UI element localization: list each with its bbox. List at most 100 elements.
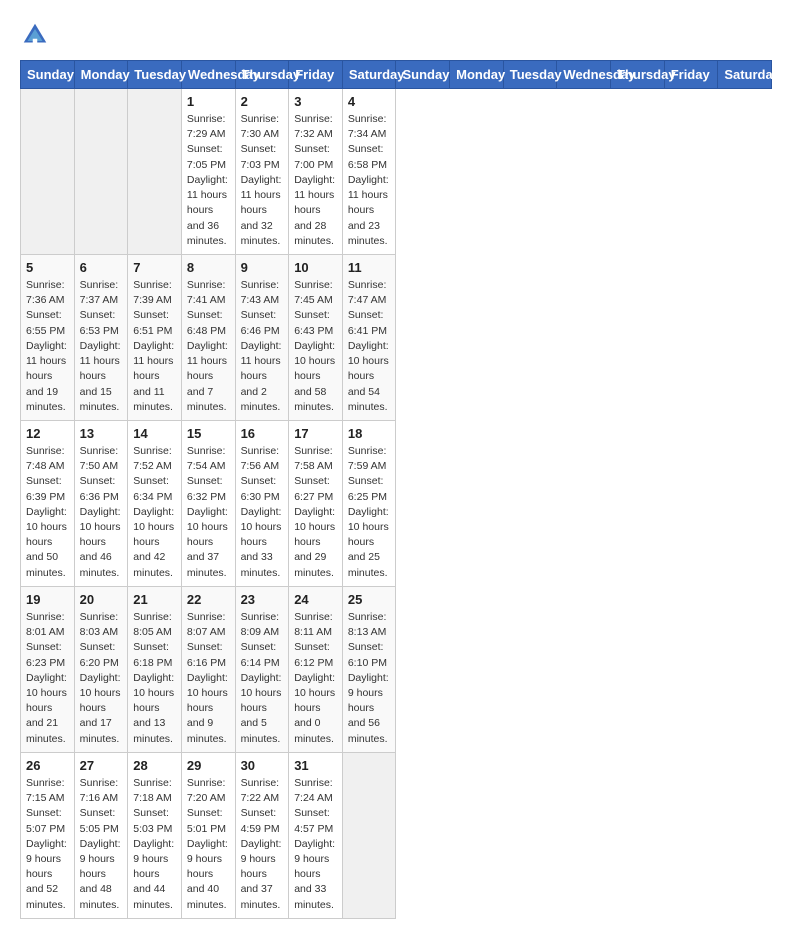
day-number: 8 — [187, 260, 230, 275]
day-number: 31 — [294, 758, 337, 773]
day-info: Sunrise: 7:37 AMSunset: 6:53 PMDaylight:… — [80, 278, 123, 415]
day-info: Sunrise: 7:15 AMSunset: 5:07 PMDaylight:… — [26, 776, 69, 913]
calendar-cell: 5Sunrise: 7:36 AMSunset: 6:55 PMDaylight… — [21, 254, 75, 420]
calendar-cell: 31Sunrise: 7:24 AMSunset: 4:57 PMDayligh… — [289, 752, 343, 918]
day-info: Sunrise: 7:56 AMSunset: 6:30 PMDaylight:… — [241, 444, 284, 581]
day-header-tuesday: Tuesday — [128, 61, 182, 89]
day-info: Sunrise: 7:36 AMSunset: 6:55 PMDaylight:… — [26, 278, 69, 415]
day-header-wednesday: Wednesday — [557, 61, 611, 89]
day-number: 28 — [133, 758, 176, 773]
day-info: Sunrise: 7:22 AMSunset: 4:59 PMDaylight:… — [241, 776, 284, 913]
day-number: 1 — [187, 94, 230, 109]
day-info: Sunrise: 7:52 AMSunset: 6:34 PMDaylight:… — [133, 444, 176, 581]
logo-icon — [20, 20, 50, 50]
calendar-cell: 18 Sunrise: 7:59 AMSunset: 6:25 PMDayligh… — [342, 420, 396, 586]
calendar-week-row: 26 Sunrise: 7:15 AMSunset: 5:07 PMDayligh… — [21, 752, 772, 918]
calendar-cell: 25 Sunrise: 8:13 AMSunset: 6:10 PMDayligh… — [342, 586, 396, 752]
day-number: 3 — [294, 94, 337, 109]
day-header-friday: Friday — [664, 61, 718, 89]
day-info: Sunrise: 7:50 AMSunset: 6:36 PMDaylight:… — [80, 444, 123, 581]
day-info: Sunrise: 7:30 AMSunset: 7:03 PMDaylight:… — [241, 112, 284, 249]
day-number: 17 — [294, 426, 337, 441]
day-header-sunday: Sunday — [21, 61, 75, 89]
calendar-cell: 2 Sunrise: 7:30 AMSunset: 7:03 PMDaylight… — [235, 89, 289, 255]
calendar-cell: 24Sunrise: 8:11 AMSunset: 6:12 PMDayligh… — [289, 586, 343, 752]
day-number: 21 — [133, 592, 176, 607]
calendar-cell: 28 Sunrise: 7:18 AMSunset: 5:03 PMDayligh… — [128, 752, 182, 918]
calendar-cell: 23Sunrise: 8:09 AMSunset: 6:14 PMDayligh… — [235, 586, 289, 752]
day-number: 26 — [26, 758, 69, 773]
calendar-week-row: 1 Sunrise: 7:29 AMSunset: 7:05 PMDaylight… — [21, 89, 772, 255]
calendar-cell: 20 Sunrise: 8:03 AMSunset: 6:20 PMDayligh… — [74, 586, 128, 752]
day-number: 7 — [133, 260, 176, 275]
day-info: Sunrise: 8:13 AMSunset: 6:10 PMDaylight:… — [348, 610, 391, 747]
day-header-sunday: Sunday — [396, 61, 450, 89]
day-number: 19 — [26, 592, 69, 607]
calendar-cell — [74, 89, 128, 255]
day-number: 23 — [241, 592, 284, 607]
day-number: 29 — [187, 758, 230, 773]
day-info: Sunrise: 7:29 AMSunset: 7:05 PMDaylight:… — [187, 112, 230, 249]
day-number: 18 — [348, 426, 391, 441]
day-header-tuesday: Tuesday — [503, 61, 557, 89]
day-number: 27 — [80, 758, 123, 773]
day-number: 16 — [241, 426, 284, 441]
calendar-week-row: 12 Sunrise: 7:48 AMSunset: 6:39 PMDayligh… — [21, 420, 772, 586]
calendar-cell: 8 Sunrise: 7:41 AMSunset: 6:48 PMDaylight… — [181, 254, 235, 420]
calendar-cell: 16 Sunrise: 7:56 AMSunset: 6:30 PMDayligh… — [235, 420, 289, 586]
calendar-cell: 27 Sunrise: 7:16 AMSunset: 5:05 PMDayligh… — [74, 752, 128, 918]
day-info: Sunrise: 7:54 AMSunset: 6:32 PMDaylight:… — [187, 444, 230, 581]
calendar-cell: 6 Sunrise: 7:37 AMSunset: 6:53 PMDaylight… — [74, 254, 128, 420]
day-number: 4 — [348, 94, 391, 109]
calendar-cell: 9 Sunrise: 7:43 AMSunset: 6:46 PMDaylight… — [235, 254, 289, 420]
day-header-wednesday: Wednesday — [181, 61, 235, 89]
day-info: Sunrise: 7:48 AMSunset: 6:39 PMDaylight:… — [26, 444, 69, 581]
day-info: Sunrise: 8:05 AMSunset: 6:18 PMDaylight:… — [133, 610, 176, 747]
day-number: 14 — [133, 426, 176, 441]
day-number: 9 — [241, 260, 284, 275]
day-number: 6 — [80, 260, 123, 275]
day-number: 12 — [26, 426, 69, 441]
calendar-cell: 3Sunrise: 7:32 AMSunset: 7:00 PMDaylight… — [289, 89, 343, 255]
day-info: Sunrise: 7:16 AMSunset: 5:05 PMDaylight:… — [80, 776, 123, 913]
day-number: 11 — [348, 260, 391, 275]
day-number: 22 — [187, 592, 230, 607]
day-info: Sunrise: 7:41 AMSunset: 6:48 PMDaylight:… — [187, 278, 230, 415]
day-info: Sunrise: 7:59 AMSunset: 6:25 PMDaylight:… — [348, 444, 391, 581]
day-info: Sunrise: 7:20 AMSunset: 5:01 PMDaylight:… — [187, 776, 230, 913]
day-number: 24 — [294, 592, 337, 607]
calendar-cell: 22 Sunrise: 8:07 AMSunset: 6:16 PMDayligh… — [181, 586, 235, 752]
day-header-monday: Monday — [450, 61, 504, 89]
calendar-cell: 10Sunrise: 7:45 AMSunset: 6:43 PMDayligh… — [289, 254, 343, 420]
calendar-cell: 30Sunrise: 7:22 AMSunset: 4:59 PMDayligh… — [235, 752, 289, 918]
page-header — [20, 20, 772, 50]
day-info: Sunrise: 7:45 AMSunset: 6:43 PMDaylight:… — [294, 278, 337, 415]
calendar-cell: 14 Sunrise: 7:52 AMSunset: 6:34 PMDayligh… — [128, 420, 182, 586]
calendar-cell: 19Sunrise: 8:01 AMSunset: 6:23 PMDayligh… — [21, 586, 75, 752]
day-number: 13 — [80, 426, 123, 441]
day-info: Sunrise: 8:03 AMSunset: 6:20 PMDaylight:… — [80, 610, 123, 747]
day-info: Sunrise: 7:47 AMSunset: 6:41 PMDaylight:… — [348, 278, 391, 415]
calendar-cell — [21, 89, 75, 255]
calendar-cell: 13 Sunrise: 7:50 AMSunset: 6:36 PMDayligh… — [74, 420, 128, 586]
calendar-cell: 4 Sunrise: 7:34 AMSunset: 6:58 PMDaylight… — [342, 89, 396, 255]
day-info: Sunrise: 7:43 AMSunset: 6:46 PMDaylight:… — [241, 278, 284, 415]
day-number: 2 — [241, 94, 284, 109]
day-info: Sunrise: 8:07 AMSunset: 6:16 PMDaylight:… — [187, 610, 230, 747]
day-header-saturday: Saturday — [342, 61, 396, 89]
calendar-cell: 12 Sunrise: 7:48 AMSunset: 6:39 PMDayligh… — [21, 420, 75, 586]
day-info: Sunrise: 7:39 AMSunset: 6:51 PMDaylight:… — [133, 278, 176, 415]
day-info: Sunrise: 7:18 AMSunset: 5:03 PMDaylight:… — [133, 776, 176, 913]
calendar-week-row: 19Sunrise: 8:01 AMSunset: 6:23 PMDayligh… — [21, 586, 772, 752]
calendar-cell — [128, 89, 182, 255]
calendar-cell: 1 Sunrise: 7:29 AMSunset: 7:05 PMDaylight… — [181, 89, 235, 255]
logo — [20, 20, 54, 50]
calendar-week-row: 5Sunrise: 7:36 AMSunset: 6:55 PMDaylight… — [21, 254, 772, 420]
day-header-thursday: Thursday — [235, 61, 289, 89]
day-number: 20 — [80, 592, 123, 607]
day-number: 25 — [348, 592, 391, 607]
calendar-cell: 11 Sunrise: 7:47 AMSunset: 6:41 PMDayligh… — [342, 254, 396, 420]
day-header-thursday: Thursday — [611, 61, 665, 89]
day-header-saturday: Saturday — [718, 61, 772, 89]
day-info: Sunrise: 7:34 AMSunset: 6:58 PMDaylight:… — [348, 112, 391, 249]
